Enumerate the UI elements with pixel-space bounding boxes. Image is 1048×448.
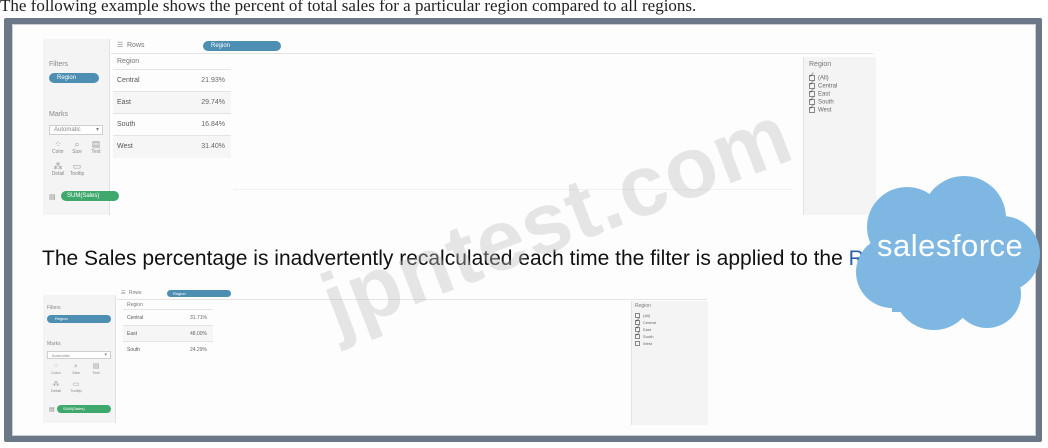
table-row: South 16.84% — [113, 113, 231, 136]
table-row: East 29.74% — [113, 91, 231, 114]
divider — [233, 189, 793, 190]
row-value: 48.00% — [190, 331, 207, 337]
row-value: 16.84% — [201, 121, 225, 128]
top-rows-pill[interactable]: Region — [203, 41, 281, 51]
row-region: East — [127, 331, 138, 337]
table-row: West 31.40% — [113, 135, 231, 158]
bottom-table-header: Region — [127, 302, 143, 308]
detail-icon: ⁂ — [52, 381, 60, 388]
detail-icon: ⁂ — [53, 161, 63, 171]
checkbox-icon — [635, 330, 641, 340]
top-rows-label: Rows — [127, 42, 145, 49]
row-region: West — [117, 143, 133, 150]
rows-icon: ☰ — [121, 290, 126, 296]
bottom-measure-pill[interactable]: SUM(Sales) — [57, 405, 111, 413]
bottom-rows-pill[interactable]: Region — [167, 290, 231, 297]
bottom-marks-type-dropdown[interactable]: Automatic ▾ — [47, 351, 111, 359]
chevron-down-icon: ▾ — [104, 352, 107, 358]
bottom-color-button[interactable]: ⁘ Color — [47, 363, 65, 375]
row-region: South — [117, 121, 136, 128]
top-table: Central 21.93% East 29.74% South 16.84% … — [113, 69, 231, 165]
table-row: East 48.00% — [123, 325, 213, 342]
tooltip-icon: ▭ — [72, 161, 82, 171]
text-icon: ▤ — [91, 139, 101, 149]
top-legend-title: Region — [809, 61, 832, 68]
size-icon: ⌕ — [74, 139, 80, 149]
bottom-filters-title: Filters — [47, 305, 61, 311]
bottom-text-button[interactable]: ▤ Text — [87, 363, 105, 375]
top-marks-title: Marks — [49, 111, 69, 118]
rows-icon: ☰ — [117, 42, 124, 49]
top-size-button[interactable]: ⌕ Size — [68, 139, 86, 155]
row-region: East — [117, 99, 132, 106]
caption-text: The Sales percentage is inadvertently re… — [42, 247, 849, 270]
text-mark-icon: ▤ — [49, 407, 55, 413]
top-detail-button[interactable]: ⁂ Detail — [49, 161, 67, 177]
tooltip-icon: ▭ — [72, 381, 80, 388]
top-marks-type: Automatic — [54, 127, 81, 133]
table-row: South 24.29% — [123, 341, 213, 358]
bottom-marks-type: Automatic — [52, 353, 70, 358]
row-value: 24.29% — [190, 347, 207, 353]
top-filters-title: Filters — [49, 61, 69, 68]
bottom-tableau-view: ☰ Rows Region Filters Region Marks Autom… — [43, 289, 708, 429]
intro-text: The following example shows the percent … — [0, 0, 697, 15]
bottom-legend-title: Region — [635, 303, 651, 309]
row-value: 21.93% — [201, 77, 225, 84]
bottom-size-button[interactable]: ⌕ Size — [67, 363, 85, 375]
top-tooltip-button[interactable]: ▭ Tooltip — [68, 161, 86, 177]
table-row: Central 21.93% — [113, 69, 231, 92]
bottom-marks-title: Marks — [47, 341, 61, 347]
filter-checkbox-west[interactable]: West — [635, 341, 652, 347]
color-icon: ⁘ — [53, 363, 59, 370]
top-text-button[interactable]: ▤ Text — [87, 139, 105, 155]
bottom-tooltip-button[interactable]: ▭ Tooltip — [67, 381, 85, 393]
top-color-button[interactable]: ⁘ Color — [49, 139, 67, 155]
salesforce-logo-text: salesforce — [877, 228, 1024, 263]
checkbox-icon — [635, 341, 640, 347]
slide-caption: The Sales percentage is inadvertently re… — [42, 247, 921, 271]
top-table-header: Region — [117, 58, 140, 65]
bottom-detail-button[interactable]: ⁂ Detail — [47, 381, 65, 393]
top-measure-pill[interactable]: SUM(Sales) — [61, 191, 119, 201]
filter-checkbox-west[interactable]: West — [809, 103, 832, 114]
row-region: Central — [127, 315, 144, 321]
top-marks-type-dropdown[interactable]: Automatic ▾ — [49, 125, 103, 135]
top-tableau-view: Rows ☰ Region Filters Region Marks Autom… — [43, 39, 876, 219]
chevron-down-icon: ▾ — [95, 127, 99, 133]
row-value: 31.71% — [190, 315, 207, 321]
bottom-table: Central 31.71% East 48.00% South 24.29% — [123, 309, 213, 363]
row-value: 29.74% — [201, 99, 225, 106]
text-icon: ▤ — [92, 363, 100, 370]
bottom-rows-label: Rows — [129, 290, 142, 296]
top-filter-pill[interactable]: Region — [49, 73, 99, 83]
checkbox-icon — [809, 103, 815, 113]
bottom-filter-pill[interactable]: Region — [47, 315, 111, 323]
filter-checkbox-south[interactable]: South — [635, 330, 653, 340]
row-region: Central — [117, 77, 140, 84]
text-mark-icon: ▤ — [49, 194, 56, 201]
row-region: South — [127, 347, 141, 353]
table-row: Central 31.71% — [123, 309, 213, 326]
color-icon: ⁘ — [54, 139, 62, 149]
size-icon: ⌕ — [74, 363, 78, 370]
row-value: 31.40% — [201, 143, 225, 150]
